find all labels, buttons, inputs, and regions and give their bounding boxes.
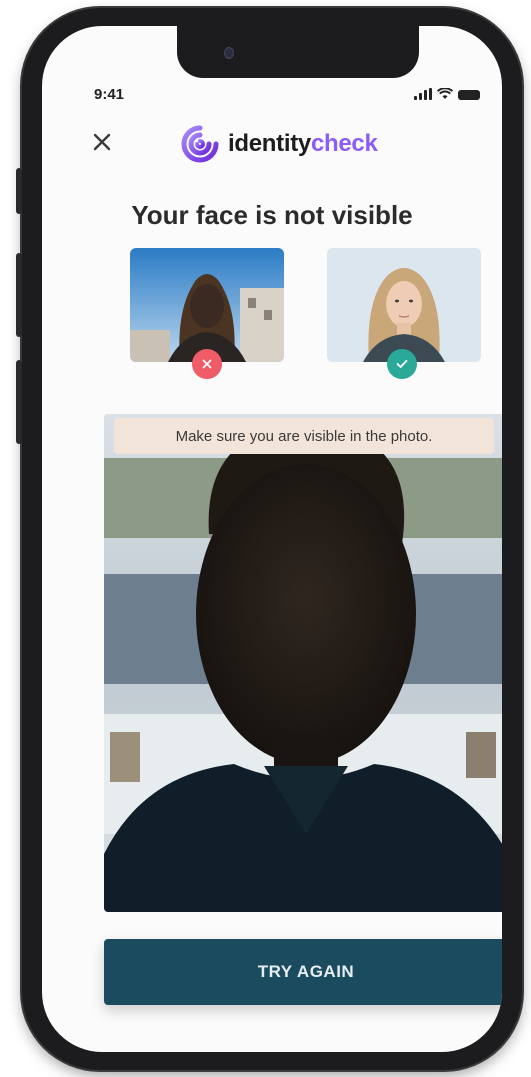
screen: 9:41 identitycheck Your face is not visi… (42, 26, 502, 1052)
silent-switch (16, 168, 22, 214)
hint-banner: Make sure you are visible in the photo. (114, 418, 494, 454)
notch (177, 26, 419, 78)
page-title: Your face is not visible (131, 200, 413, 230)
status-time: 9:41 (94, 86, 125, 103)
app-logo: identitycheck (180, 124, 378, 164)
good-example-photo (327, 248, 481, 362)
close-button[interactable] (90, 130, 114, 154)
captured-photo (104, 414, 502, 912)
volume-up-button (16, 253, 22, 337)
wifi-icon (437, 88, 453, 99)
logo-text-check: check (310, 130, 378, 157)
volume-down-button (16, 360, 22, 444)
check-icon (396, 359, 408, 368)
logo-text-identity: identity (228, 130, 311, 157)
signal-icon (414, 88, 432, 100)
logo-mark-icon (181, 125, 219, 163)
good-example-status (387, 349, 417, 379)
try-again-button[interactable]: TRY AGAIN (104, 939, 502, 1005)
close-icon (93, 133, 111, 151)
front-camera (225, 48, 233, 58)
bad-example-status (192, 349, 222, 379)
battery-icon (458, 90, 480, 100)
x-icon (202, 359, 212, 369)
logo-text: identitycheck (228, 130, 378, 158)
phone-frame: 9:41 identitycheck Your face is not visi… (16, 8, 522, 1070)
status-icons (414, 86, 480, 100)
bad-example-photo (130, 248, 284, 362)
